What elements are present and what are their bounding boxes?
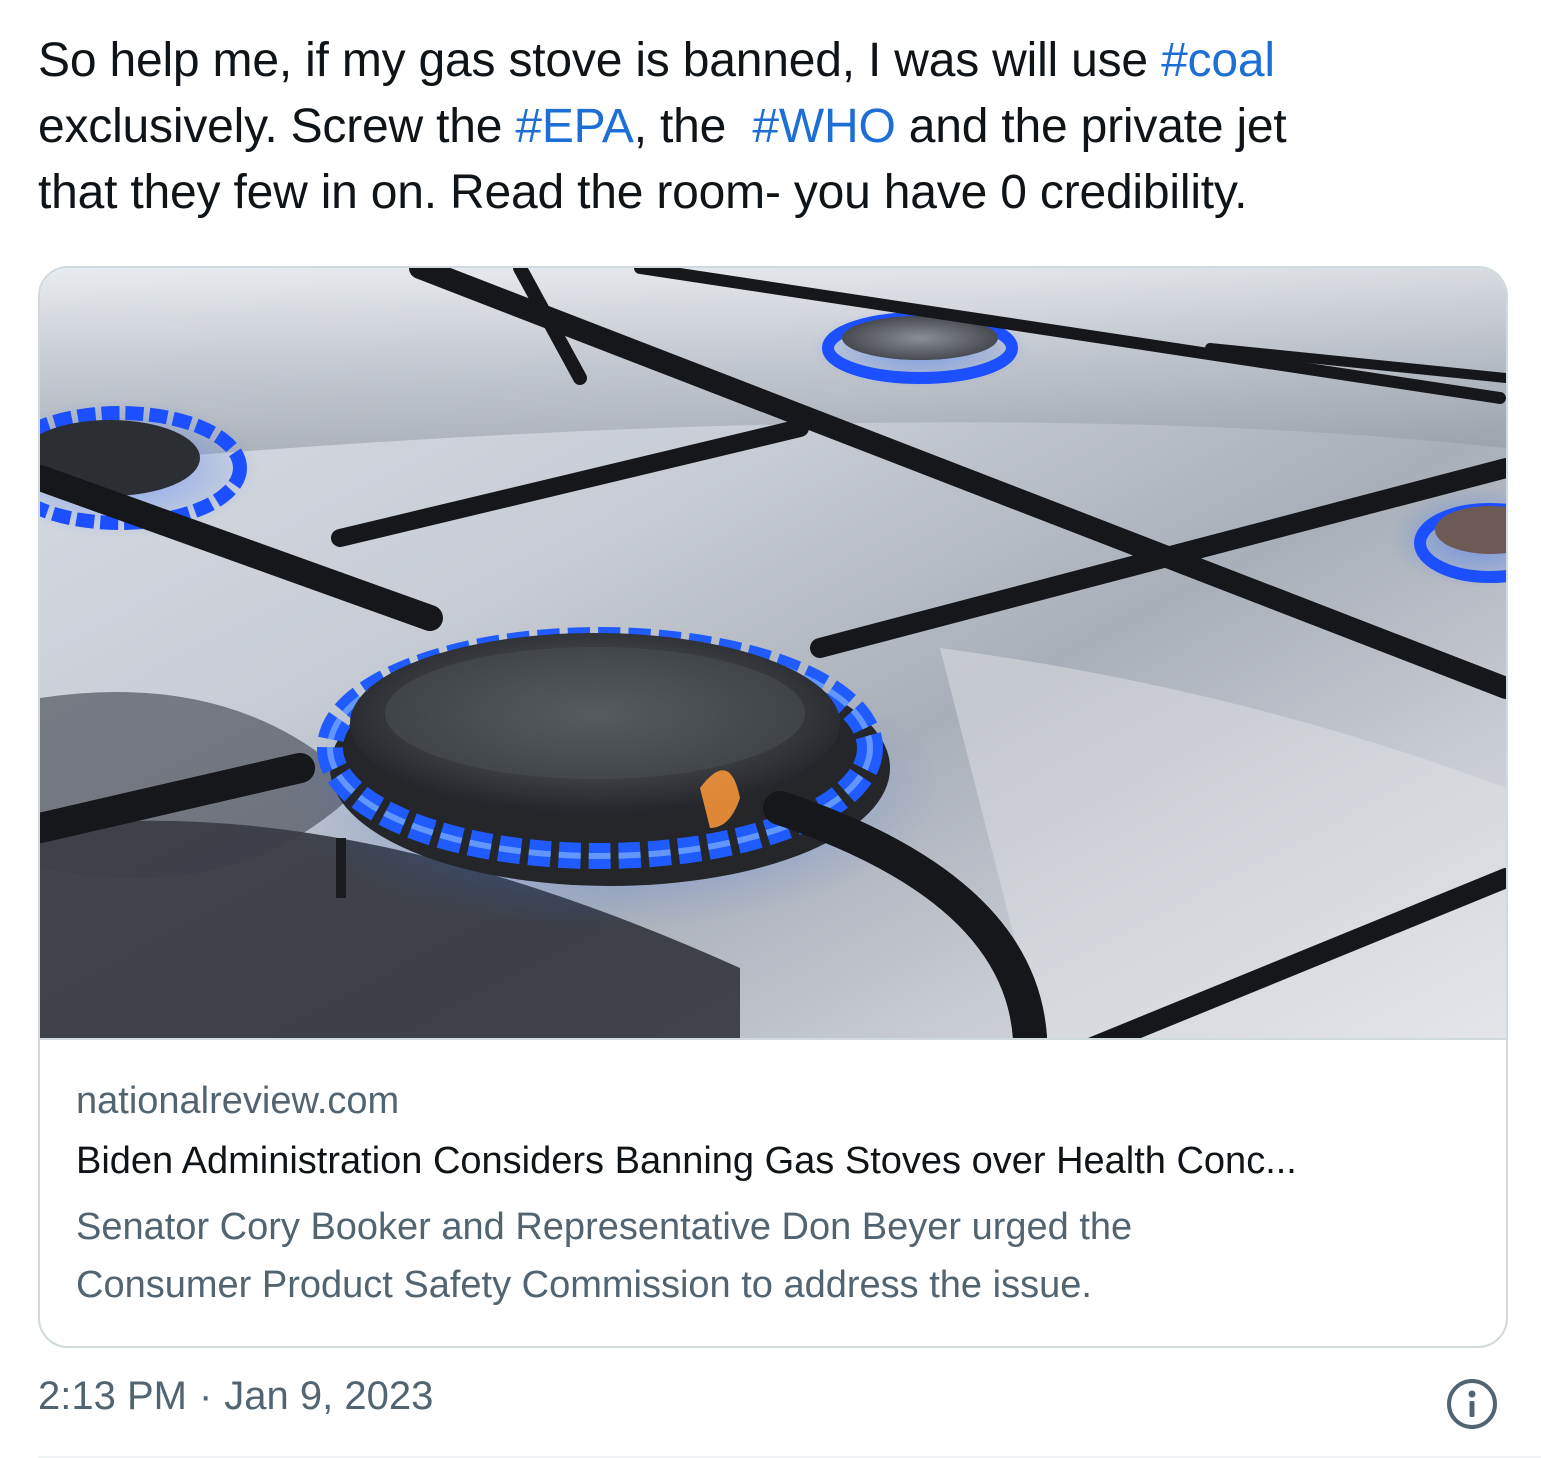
timestamp-separator: · [198,1374,213,1418]
tweet-text-segment: , the [633,100,753,153]
card-title[interactable]: Biden Administration Considers Banning G… [76,1140,1297,1183]
card-domain: nationalreview.com [76,1080,400,1122]
hashtag-link[interactable]: #coal [1161,34,1275,87]
hashtag-link[interactable]: #WHO [752,100,895,153]
gas-stove-burner-photo-icon [40,268,1506,1038]
tweet-text-segment: that they few in on. Read the room- you … [38,166,1248,219]
tweet-time[interactable]: 2:13 PM [38,1374,187,1418]
info-icon[interactable] [1446,1378,1498,1430]
tweet-text-segment: and the private jet [895,100,1287,153]
hashtag-link[interactable]: #EPA [515,100,634,153]
tweet-text-line: exclusively. Screw the #EPA, the #WHO an… [38,94,1518,160]
link-preview-card[interactable]: nationalreview.com Biden Administration … [38,266,1508,1348]
card-description-line: Consumer Product Safety Commission to ad… [76,1264,1092,1306]
card-image[interactable] [40,268,1506,1040]
tweet-timestamp[interactable]: 2:13 PM · Jan 9, 2023 [38,1374,433,1419]
tweet-text-segment: So help me, if my gas stove is banned, I… [38,34,1162,87]
card-description-line: Senator Cory Booker and Representative D… [76,1206,1133,1248]
tweet-text-segment: exclusively. Screw the [38,100,516,153]
tweet-date[interactable]: Jan 9, 2023 [224,1374,433,1418]
card-description: Senator Cory Booker and Representative D… [76,1198,1456,1314]
tweet-text-line: that they few in on. Read the room- you … [38,160,1518,226]
tweet-text: So help me, if my gas stove is banned, I… [38,28,1518,226]
tweet-text-line: So help me, if my gas stove is banned, I… [38,28,1518,94]
